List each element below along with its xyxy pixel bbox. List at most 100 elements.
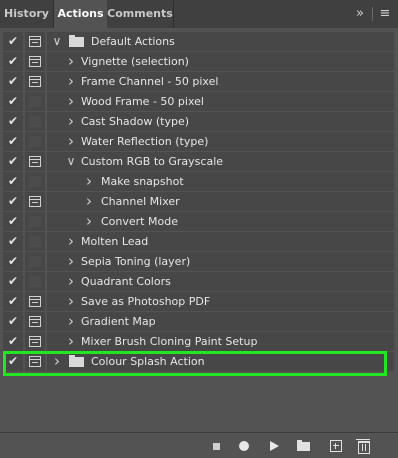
chevron-right-icon[interactable]: › — [65, 72, 77, 91]
checkmark-icon[interactable]: ✔ — [6, 52, 20, 71]
toggle-dialog-cell[interactable] — [25, 52, 45, 71]
action-row[interactable]: ✔ ∨ Custom RGB to Grayscale — [3, 152, 394, 172]
toggle-item-cell[interactable]: ✔ — [3, 212, 23, 231]
dialog-toggle-icon[interactable] — [29, 96, 41, 107]
toggle-item-cell[interactable]: ✔ — [3, 112, 23, 131]
action-name-cell[interactable]: › Save as Photoshop PDF — [47, 292, 394, 311]
checkmark-icon[interactable]: ✔ — [6, 272, 20, 291]
action-name-cell[interactable]: › Cast Shadow (type) — [47, 112, 394, 131]
new-action-icon[interactable] — [330, 440, 342, 452]
chevron-right-icon[interactable]: › — [65, 132, 77, 151]
dialog-toggle-icon[interactable] — [29, 176, 41, 187]
dialog-toggle-icon[interactable] — [29, 116, 41, 127]
dialog-toggle-icon[interactable] — [29, 276, 41, 287]
action-row[interactable]: ✔ › Save as Photoshop PDF — [3, 292, 394, 312]
toggle-item-cell[interactable]: ✔ — [3, 292, 23, 311]
action-row[interactable]: ✔ › Gradient Map — [3, 312, 394, 332]
stop-icon[interactable] — [213, 443, 220, 450]
toggle-dialog-cell[interactable] — [25, 312, 45, 331]
action-name-cell[interactable]: › Convert Mode — [47, 212, 394, 231]
dialog-toggle-icon[interactable] — [29, 76, 41, 87]
toggle-item-cell[interactable]: ✔ — [3, 92, 23, 111]
dialog-toggle-icon[interactable] — [29, 236, 41, 247]
checkmark-icon[interactable]: ✔ — [6, 112, 20, 131]
toggle-dialog-cell[interactable] — [25, 132, 45, 151]
chevron-right-icon[interactable]: › — [65, 112, 77, 131]
action-name-cell[interactable]: › Make snapshot — [47, 172, 394, 191]
checkmark-icon[interactable]: ✔ — [6, 332, 20, 351]
toggle-item-cell[interactable]: ✔ — [3, 72, 23, 91]
chevron-right-icon[interactable]: › — [65, 92, 77, 111]
action-row[interactable]: ✔ › Frame Channel - 50 pixel — [3, 72, 394, 92]
chevron-right-icon[interactable]: › — [83, 172, 95, 191]
checkmark-icon[interactable]: ✔ — [6, 132, 20, 151]
action-row[interactable]: ✔ › Water Reflection (type) — [3, 132, 394, 152]
toggle-dialog-cell[interactable] — [25, 32, 45, 51]
action-name-cell[interactable]: › Molten Lead — [47, 232, 394, 251]
checkmark-icon[interactable]: ✔ — [6, 72, 20, 91]
dialog-toggle-icon[interactable] — [29, 316, 41, 327]
play-icon[interactable] — [270, 441, 279, 451]
toggle-item-cell[interactable]: ✔ — [3, 52, 23, 71]
chevron-right-icon[interactable]: › — [65, 252, 77, 271]
new-set-icon[interactable] — [297, 440, 310, 451]
checkmark-icon[interactable]: ✔ — [6, 32, 20, 51]
toggle-dialog-cell[interactable] — [25, 72, 45, 91]
dialog-toggle-icon[interactable] — [29, 256, 41, 267]
action-name-cell[interactable]: › Mixer Brush Cloning Paint Setup — [47, 332, 394, 351]
dialog-toggle-icon[interactable] — [29, 56, 41, 67]
chevron-right-icon[interactable]: › — [65, 52, 77, 71]
action-row[interactable]: ✔ › Convert Mode — [3, 212, 394, 232]
toggle-dialog-cell[interactable] — [25, 212, 45, 231]
action-row[interactable]: ✔ › Vignette (selection) — [3, 52, 394, 72]
checkmark-icon[interactable]: ✔ — [6, 232, 20, 251]
dialog-toggle-icon[interactable] — [29, 196, 41, 207]
action-row[interactable]: ✔ ∨ Default Actions — [3, 32, 394, 52]
toggle-item-cell[interactable]: ✔ — [3, 252, 23, 271]
toggle-dialog-cell[interactable] — [25, 252, 45, 271]
action-row[interactable]: ✔ › Channel Mixer — [3, 192, 394, 212]
dialog-toggle-icon[interactable] — [29, 36, 41, 47]
checkmark-icon[interactable]: ✔ — [6, 292, 20, 311]
action-row[interactable]: ✔ › Mixer Brush Cloning Paint Setup — [3, 332, 394, 352]
tab-comments[interactable]: Comments — [107, 0, 174, 28]
toggle-dialog-cell[interactable] — [25, 152, 45, 171]
action-name-cell[interactable]: › Frame Channel - 50 pixel — [47, 72, 394, 91]
checkmark-icon[interactable]: ✔ — [6, 252, 20, 271]
toggle-dialog-cell[interactable] — [25, 92, 45, 111]
toggle-item-cell[interactable]: ✔ — [3, 312, 23, 331]
action-name-cell[interactable]: › Water Reflection (type) — [47, 132, 394, 151]
action-name-cell[interactable]: › Sepia Toning (layer) — [47, 252, 394, 271]
chevron-down-icon[interactable]: ∨ — [51, 32, 63, 51]
toggle-item-cell[interactable]: ✔ — [3, 32, 23, 51]
action-row[interactable]: ✔ › Quadrant Colors — [3, 272, 394, 292]
toggle-item-cell[interactable]: ✔ — [3, 172, 23, 191]
toggle-item-cell[interactable]: ✔ — [3, 332, 23, 351]
action-row[interactable]: ✔ › Cast Shadow (type) — [3, 112, 394, 132]
record-icon[interactable] — [239, 441, 249, 451]
chevron-right-icon[interactable]: › — [65, 312, 77, 331]
toggle-dialog-cell[interactable] — [25, 292, 45, 311]
dialog-toggle-icon[interactable] — [29, 156, 41, 167]
checkmark-icon[interactable]: ✔ — [6, 192, 20, 211]
checkmark-icon[interactable]: ✔ — [6, 92, 20, 111]
chevron-down-icon[interactable]: ∨ — [65, 152, 77, 171]
toggle-dialog-cell[interactable] — [25, 272, 45, 291]
action-name-cell[interactable]: ∨ Default Actions — [47, 32, 394, 51]
dialog-toggle-icon[interactable] — [29, 336, 41, 347]
toggle-dialog-cell[interactable] — [25, 232, 45, 251]
action-name-cell[interactable]: › Gradient Map — [47, 312, 394, 331]
trash-icon[interactable] — [356, 439, 370, 454]
chevron-right-icon[interactable]: › — [83, 212, 95, 231]
chevron-right-icon[interactable]: › — [83, 192, 95, 211]
chevron-right-icon[interactable]: › — [65, 292, 77, 311]
toggle-item-cell[interactable]: ✔ — [3, 132, 23, 151]
chevron-right-icon[interactable]: › — [65, 232, 77, 251]
chevron-right-icon[interactable]: › — [65, 272, 77, 291]
toggle-dialog-cell[interactable] — [25, 112, 45, 131]
tab-history[interactable]: History — [0, 0, 54, 28]
toggle-item-cell[interactable]: ✔ — [3, 232, 23, 251]
collapse-panel-icon[interactable]: » — [352, 5, 368, 23]
toggle-item-cell[interactable]: ✔ — [3, 152, 23, 171]
action-row[interactable]: ✔ › Make snapshot — [3, 172, 394, 192]
